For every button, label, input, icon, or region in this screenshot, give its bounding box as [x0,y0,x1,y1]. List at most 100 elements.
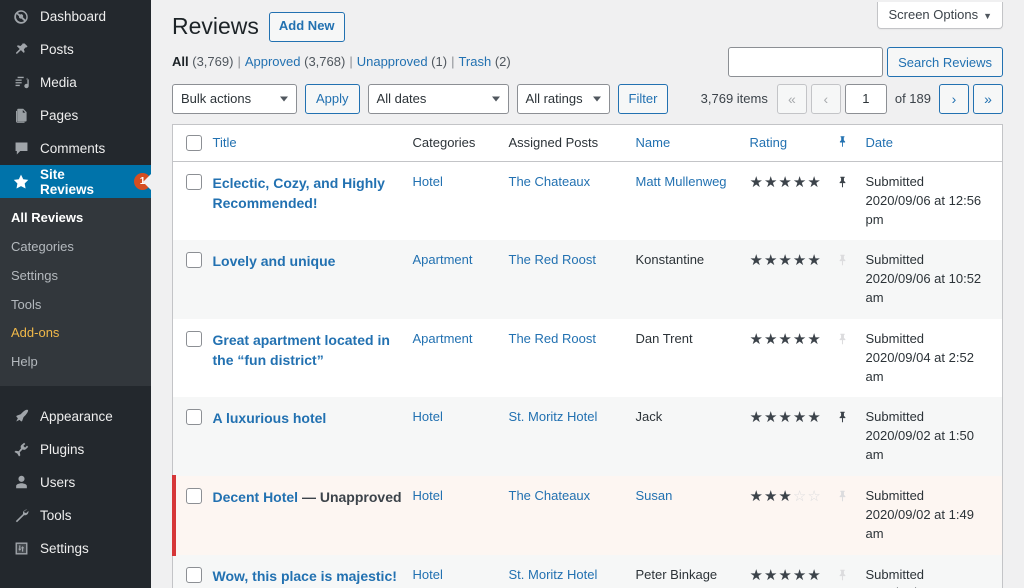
row-checkbox-cell [173,397,213,476]
star-filled-icon: ★ [763,173,779,191]
pin-icon[interactable] [836,567,849,583]
sort-name-link[interactable]: Name [636,135,671,150]
sidebar-item-users[interactable]: Users [0,466,151,499]
review-assigned-post-link[interactable]: The Chateaux [509,488,591,503]
pin-icon[interactable] [836,174,849,190]
next-page-button[interactable]: › [939,83,969,114]
star-filled-icon: ★ [778,488,793,506]
pin-icon [839,136,845,147]
row-checkbox-cell [171,475,213,556]
prev-page-button[interactable]: ‹ [810,83,841,114]
select-all-checkbox[interactable] [186,135,202,152]
row-checkbox-cell [173,161,213,240]
apply-button[interactable]: Apply [305,83,360,114]
status-link-all[interactable]: All [172,54,189,69]
date-label: Submitted [865,409,925,425]
review-category-link[interactable]: Apartment [413,331,473,346]
pin-icon[interactable] [836,488,849,504]
status-link-approved[interactable]: Approved [245,54,301,69]
review-assigned-post-link[interactable]: The Chateaux [509,174,591,189]
search-reviews-button[interactable]: Search Reviews [887,47,1003,77]
review-title-link[interactable]: A luxurious hotel [213,410,327,426]
review-pin-cell[interactable] [836,476,866,555]
review-title-link[interactable]: Great apartment located in the “fun dist… [213,332,390,368]
sidebar-item-label: Media [40,75,77,90]
star-filled-icon: ★ [807,252,822,270]
search-input[interactable] [728,47,884,77]
review-assigned-post-link[interactable]: The Red Roost [509,331,596,346]
current-page-input[interactable] [844,83,887,114]
sidebar-item-dashboard[interactable]: Dashboard [0,0,151,33]
review-title-link[interactable]: Wow, this place is majestic! [213,568,397,584]
add-new-button[interactable]: Add New [268,12,345,42]
status-count-trash: (2) [494,53,511,69]
row-checkbox[interactable] [186,566,202,583]
row-checkbox[interactable] [186,252,202,269]
submenu-item-tools[interactable]: Tools [0,291,151,320]
review-author-link[interactable]: Susan [636,488,673,503]
sidebar-item-appearance[interactable]: Appearance [0,400,151,433]
review-pin-cell[interactable] [836,555,866,588]
review-pin-cell[interactable] [836,397,866,476]
screen-options-button[interactable]: Screen Options ▼ [877,2,1003,29]
review-pin-cell[interactable] [836,240,866,319]
submenu-item-categories[interactable]: Categories [0,233,151,262]
pin-icon[interactable] [836,331,849,347]
review-category-link[interactable]: Hotel [413,488,443,503]
submenu-item-add-ons[interactable]: Add-ons [0,319,151,348]
review-title-link[interactable]: Lovely and unique [213,253,336,269]
pages-icon [11,106,31,126]
review-date-cell: Submitted 2020/09/06 at 12:56 pm [866,161,1003,240]
review-category-cell: Hotel [413,555,509,588]
sidebar-item-comments[interactable]: Comments [0,132,151,165]
review-category-link[interactable]: Hotel [413,174,443,189]
review-rating-cell: ★★★★★ [750,240,836,319]
table-row: Lovely and unique Apartment The Red Roost K… [172,240,1003,319]
date-filter-select[interactable]: All dates [367,83,509,114]
filter-button[interactable]: Filter [617,83,669,114]
sidebar-item-pages[interactable]: Pages [0,99,151,132]
row-checkbox[interactable] [186,488,202,505]
star-filled-icon: ★ [749,252,764,270]
row-checkbox[interactable] [186,173,202,190]
row-checkbox[interactable] [186,330,202,347]
review-pin-cell[interactable] [836,319,866,398]
pin-icon[interactable] [836,252,849,268]
column-date: Date [865,124,1003,162]
sort-date-link[interactable]: Date [866,135,893,150]
last-page-button[interactable]: » [973,83,1003,114]
sidebar-item-label: Appearance [40,409,113,425]
sort-title-link[interactable]: Title [213,135,237,150]
bulk-actions-select[interactable]: Bulk actions [172,83,297,114]
review-category-link[interactable]: Hotel [413,409,443,424]
review-title-link[interactable]: Eclectic, Cozy, and Highly Recommended! [213,175,385,211]
rating-filter-select[interactable]: All ratings [516,83,610,114]
status-link-unapproved[interactable]: Unapproved [357,54,428,69]
review-category-link[interactable]: Apartment [413,252,473,267]
review-assigned-post-link[interactable]: The Red Roost [509,252,596,267]
sidebar-item-tools[interactable]: Tools [0,499,151,532]
review-name-cell: Konstantine [636,240,750,319]
sort-rating-link[interactable]: Rating [750,135,788,150]
sidebar-item-site-reviews[interactable]: Site Reviews 1 [0,165,151,198]
submenu-item-all-reviews[interactable]: All Reviews [0,204,151,233]
first-page-button[interactable]: « [776,83,807,114]
review-category-link[interactable]: Hotel [413,567,443,582]
sidebar-item-media[interactable]: Media [0,66,151,99]
pin-icon[interactable] [836,409,849,425]
sidebar-item-posts[interactable]: Posts [0,33,151,66]
submenu-item-help[interactable]: Help [0,348,151,377]
status-link-trash[interactable]: Trash [458,54,491,69]
sidebar-item-settings[interactable]: Settings [0,532,151,565]
review-author-link[interactable]: Matt Mullenweg [636,174,727,189]
submenu-item-settings[interactable]: Settings [0,262,151,291]
review-title-link[interactable]: Decent Hotel [213,489,299,505]
review-date-cell: Submitted 2020/09/06 at 10:52 am [866,240,1003,319]
review-assigned-post-link[interactable]: St. Moritz Hotel [509,567,598,582]
sidebar-item-plugins[interactable]: Plugins [0,433,151,466]
row-checkbox[interactable] [186,409,202,426]
review-pin-cell[interactable] [836,161,866,240]
review-name-cell: Matt Mullenweg [636,161,750,240]
review-name-cell: Jack [636,397,750,476]
review-assigned-post-link[interactable]: St. Moritz Hotel [509,409,598,424]
